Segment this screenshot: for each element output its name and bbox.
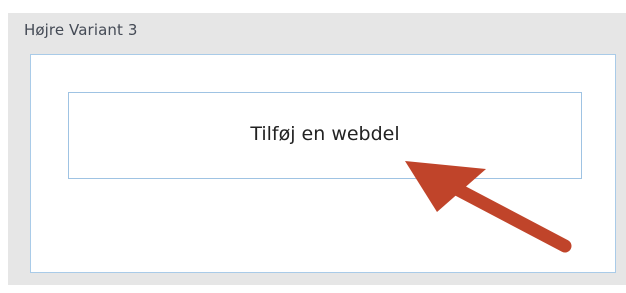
add-webpart-label: Tilføj en webdel xyxy=(250,122,400,145)
add-webpart-button[interactable]: Tilføj en webdel xyxy=(68,92,582,179)
zone-title: Højre Variant 3 xyxy=(24,21,138,39)
